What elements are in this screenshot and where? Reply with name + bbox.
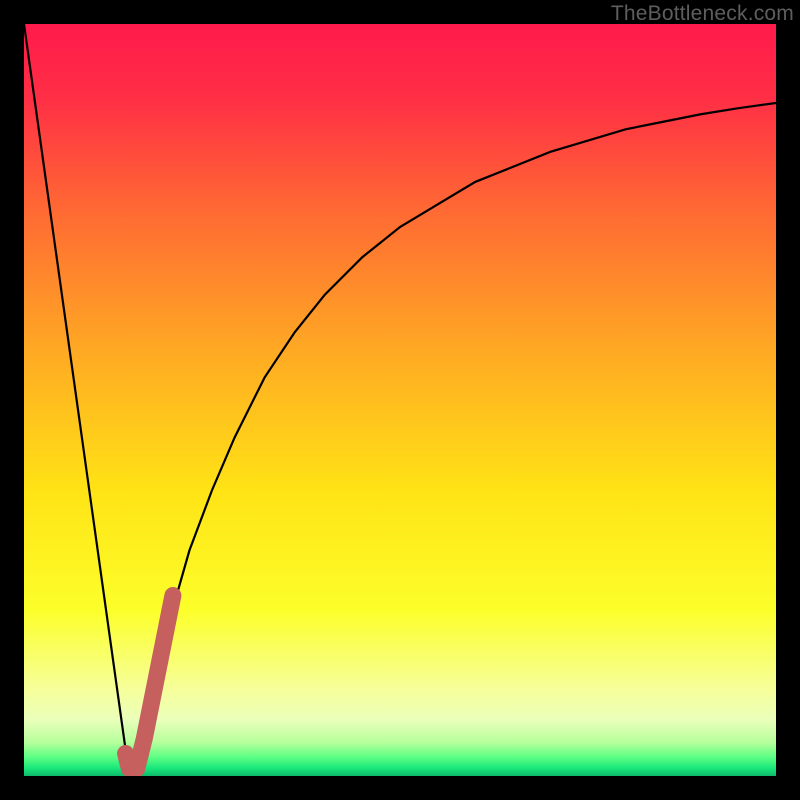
plot-area bbox=[24, 24, 776, 776]
chart-svg bbox=[24, 24, 776, 776]
chart-frame: TheBottleneck.com bbox=[0, 0, 800, 800]
watermark-text: TheBottleneck.com bbox=[611, 2, 794, 26]
gradient-background bbox=[24, 24, 776, 776]
